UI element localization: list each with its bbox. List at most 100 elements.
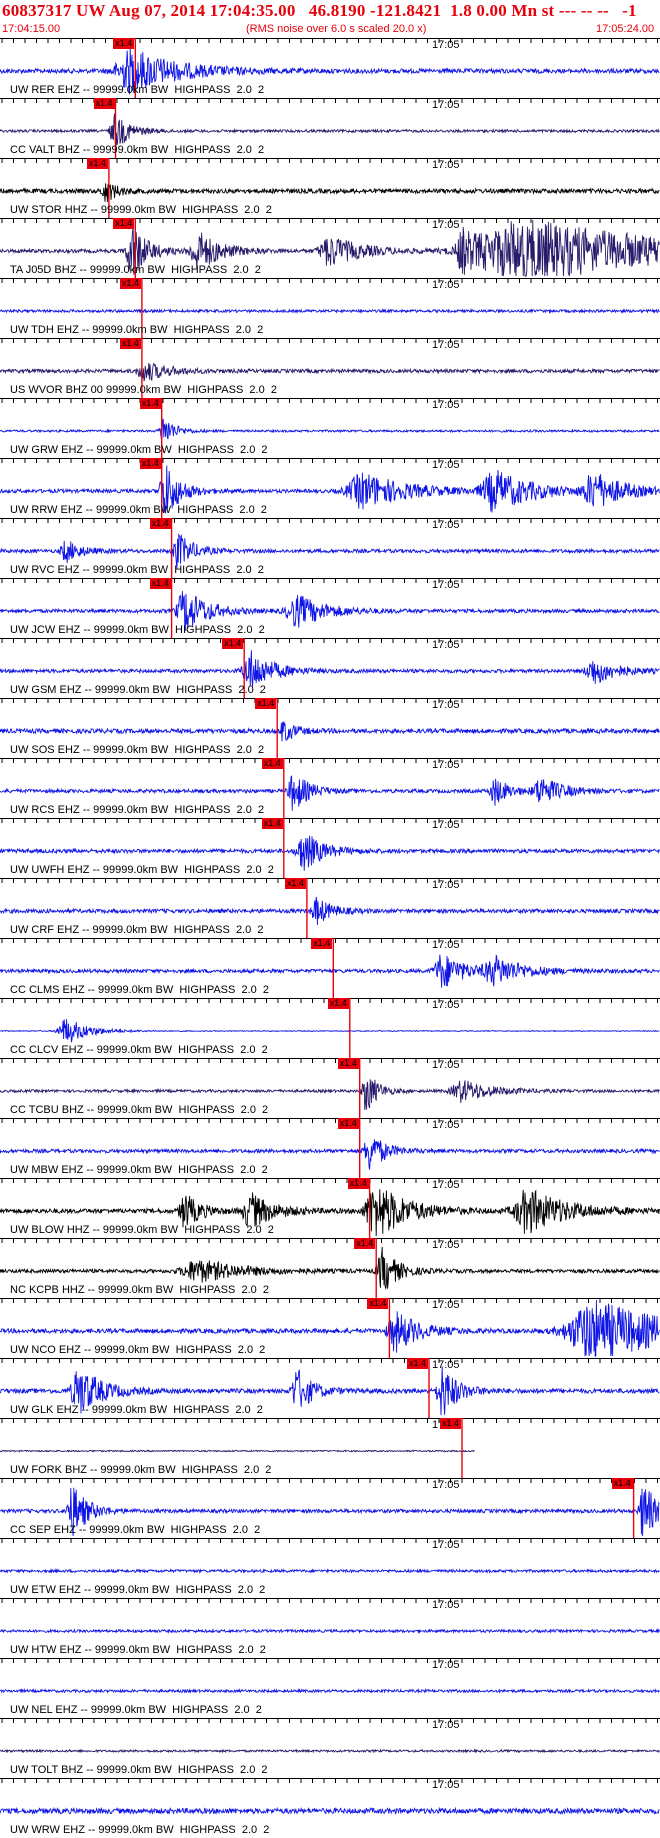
trace-panel: 17:05 x1.4 UW CRF EHZ -- 99999.0km BW HIGH… xyxy=(0,878,660,938)
station-label: UW RER EHZ -- 99999.0km BW HIGHPASS 2.0 … xyxy=(10,84,265,96)
pick-tag: x1.4 xyxy=(119,278,141,289)
time-mark-label: 17:05 xyxy=(432,1659,460,1671)
trace-panel: 17:05 x1.4 UW GSM EHZ -- 99999.0km BW HIGH… xyxy=(0,638,660,698)
time-mark-label: 17:05 xyxy=(432,159,460,171)
trace-panel: 17:05x1.4UW FORK BHZ -- 99999.0km BW HIG… xyxy=(0,1418,660,1478)
pick-tag: x1.4 xyxy=(407,1358,429,1369)
time-mark-label: 17:05 xyxy=(432,1299,460,1311)
trace-panel: 17:05 x1.4 UW RRW EHZ -- 99999.0km BW HIGH… xyxy=(0,458,660,518)
event-title: 60837317 UW Aug 07, 2014 17:04:35.00 46.… xyxy=(2,1,637,20)
time-mark-label: 17:05 xyxy=(432,1479,460,1491)
trace-panel: 17:05 x1.4 CC CLCV EHZ -- 99999.0km BW HIG… xyxy=(0,998,660,1058)
pick-tag: x1.4 xyxy=(149,518,171,529)
station-label: CC TCBU BHZ -- 99999.0km BW HIGHPASS 2.0… xyxy=(10,1104,269,1116)
trace-panel: 17:05 x1.4 US WVOR BHZ 00 99999.0km BW HIG… xyxy=(0,338,660,398)
station-label: UW NEL EHZ -- 99999.0km BW HIGHPASS 2.0 … xyxy=(10,1704,262,1716)
waveform xyxy=(0,721,660,742)
station-label: UW RRW EHZ -- 99999.0km BW HIGHPASS 2.0 … xyxy=(10,504,267,516)
time-mark-label: 17:05 xyxy=(432,1719,460,1731)
pick-tag: x1.4 xyxy=(337,1058,359,1069)
pick-tag: x1.4 xyxy=(93,98,115,109)
pick-tag: x1.4 xyxy=(354,1238,376,1249)
pick-tag: x1.4 xyxy=(261,758,283,769)
pick-tag: x1.4 xyxy=(255,698,277,709)
waveform xyxy=(0,650,660,687)
trace-panel: 17:05 UW WRW EHZ -- 99999.0km BW HIGHPASS… xyxy=(0,1778,660,1838)
station-label: CC CLCV EHZ -- 99999.0km BW HIGHPASS 2.0… xyxy=(10,1044,268,1056)
station-label: UW SOS EHZ -- 99999.0km BW HIGHPASS 2.0 … xyxy=(10,744,265,756)
trace-panel: 17:05 x1.4 CC CLMS EHZ -- 99999.0km BW HIG… xyxy=(0,938,660,998)
time-mark-label: 17:05 xyxy=(432,699,460,711)
pick-tag: x1.4 xyxy=(261,818,283,829)
time-mark-label: 17:05 xyxy=(432,759,460,771)
pick-tag: x1.4 xyxy=(347,1178,369,1189)
pick-tag: x1.4 xyxy=(337,1118,359,1129)
pick-tag: x1.4 xyxy=(367,1298,389,1309)
start-time: 17:04:15.00 xyxy=(2,23,61,35)
time-mark-label: 17:05 xyxy=(432,519,460,531)
time-mark-label: 17:05 xyxy=(432,1119,460,1131)
station-label: US WVOR BHZ 00 99999.0km BW HIGHPASS 2.0… xyxy=(10,384,277,396)
waveform xyxy=(0,418,660,440)
station-label: UW RVC EHZ -- 99999.0km BW HIGHPASS 2.0 … xyxy=(10,564,264,576)
trace-panels: 17:05 x1.4 UW RER EHZ -- 99999.0km BW HIGH… xyxy=(0,38,660,1838)
pick-tag: x1.4 xyxy=(611,1478,633,1489)
trace-panel: 17:05 UW ETW EHZ -- 99999.0km BW HIGHPASS… xyxy=(0,1538,660,1598)
waveform xyxy=(0,954,660,988)
trace-panel: 17:05 x1.4 UW SOS EHZ -- 99999.0km BW HIGH… xyxy=(0,698,660,758)
pick-tag: x1.4 xyxy=(113,218,135,229)
trace-panel: 17:05 x1.4 UW MBW EHZ -- 99999.0km BW HIGH… xyxy=(0,1118,660,1178)
time-mark-label: 17:05 xyxy=(432,1239,460,1251)
station-label: UW FORK BHZ -- 99999.0km BW HIGHPASS 2.0… xyxy=(10,1464,272,1476)
station-label: CC SEP EHZ -- 99999.0km BW HIGHPASS 2.0 … xyxy=(10,1524,261,1536)
trace-panel: 17:05 x1.4 CC TCBU BHZ -- 99999.0km BW HIG… xyxy=(0,1058,660,1118)
pick-tag: x1.4 xyxy=(222,638,244,649)
waveform xyxy=(0,1449,475,1453)
pick-tag: x1.4 xyxy=(284,878,306,889)
waveform xyxy=(0,113,660,148)
time-mark-label: 17:05 xyxy=(432,219,460,231)
station-label: TA J05D BHZ -- 99999.0km BW HIGHPASS 2.0… xyxy=(10,264,261,276)
station-label: UW MBW EHZ -- 99999.0km BW HIGHPASS 2.0 … xyxy=(10,1164,268,1176)
waveform xyxy=(0,362,660,382)
station-label: CC VALT BHZ -- 99999.0km BW HIGHPASS 2.0… xyxy=(10,144,265,156)
trace-panel: 17:05 x1.4 UW NCO EHZ -- 99999.0km BW HIGH… xyxy=(0,1298,660,1358)
trace-panel: 17:05 x1.4 UW BLOW HHZ -- 99999.0km BW HIG… xyxy=(0,1178,660,1238)
trace-panel: 17:05 x1.4 UW GLK EHZ -- 99999.0km BW HIGH… xyxy=(0,1358,660,1418)
waveform xyxy=(0,1246,660,1291)
trace-panel: 17:05 x1.4 UW JCW EHZ -- 99999.0km BW HIGH… xyxy=(0,578,660,638)
time-mark-label: 17:05 xyxy=(432,399,460,411)
trace-panel: 17:05 x1.4 UW RCS EHZ -- 99999.0km BW HIGH… xyxy=(0,758,660,818)
waveform xyxy=(0,1568,660,1574)
waveform xyxy=(0,1688,660,1694)
station-label: UW RCS EHZ -- 99999.0km BW HIGHPASS 2.0 … xyxy=(10,804,265,816)
time-mark-label: 17:05 xyxy=(432,819,460,831)
time-mark-label: 17:05 xyxy=(432,1599,460,1611)
waveform xyxy=(0,896,660,926)
trace-panel: 17:05 x1.4 UW RVC EHZ -- 99999.0km BW HIGH… xyxy=(0,518,660,578)
trace-panel: 17:05 UW HTW EHZ -- 99999.0km BW HIGHPASS… xyxy=(0,1598,660,1658)
waveform xyxy=(0,1019,660,1043)
trace-panel: 17:05 x1.4 UW GRW EHZ -- 99999.0km BW HIGH… xyxy=(0,398,660,458)
end-time: 17:05:24.00 xyxy=(596,23,655,35)
trace-panel: 17:05 x1.4 TA J05D BHZ -- 99999.0km BW HIG… xyxy=(0,218,660,278)
waveform xyxy=(0,183,660,203)
waveform xyxy=(0,307,660,315)
trace-panel: 17:05 x1.4 UW RER EHZ -- 99999.0km BW HIGH… xyxy=(0,38,660,98)
waveform xyxy=(0,1806,660,1816)
pick-tag: x1.4 xyxy=(86,158,108,169)
pick-tag: x1.4 xyxy=(311,938,333,949)
station-label: UW JCW EHZ -- 99999.0km BW HIGHPASS 2.0 … xyxy=(10,624,265,636)
station-label: UW TDH EHZ -- 99999.0km BW HIGHPASS 2.0 … xyxy=(10,324,264,336)
station-label: UW HTW EHZ -- 99999.0km BW HIGHPASS 2.0 … xyxy=(10,1644,266,1656)
station-label: UW GLK EHZ -- 99999.0km BW HIGHPASS 2.0 … xyxy=(10,1404,263,1416)
station-label: UW WRW EHZ -- 99999.0km BW HIGHPASS 2.0 … xyxy=(10,1824,270,1836)
pick-tag: x1.4 xyxy=(113,38,135,49)
pick-tag: x1.4 xyxy=(327,998,349,1009)
station-label: UW GRW EHZ -- 99999.0km BW HIGHPASS 2.0 … xyxy=(10,444,268,456)
trace-panel: 17:05 x1.4 UW TDH EHZ -- 99999.0km BW HIGH… xyxy=(0,278,660,338)
time-mark-label: 17:05 xyxy=(432,879,460,891)
station-label: UW GSM EHZ -- 99999.0km BW HIGHPASS 2.0 … xyxy=(10,684,266,696)
station-label: CC CLMS EHZ -- 99999.0km BW HIGHPASS 2.0… xyxy=(10,984,269,996)
station-label: NC KCPB HHZ -- 99999.0km BW HIGHPASS 2.0… xyxy=(10,1284,269,1296)
